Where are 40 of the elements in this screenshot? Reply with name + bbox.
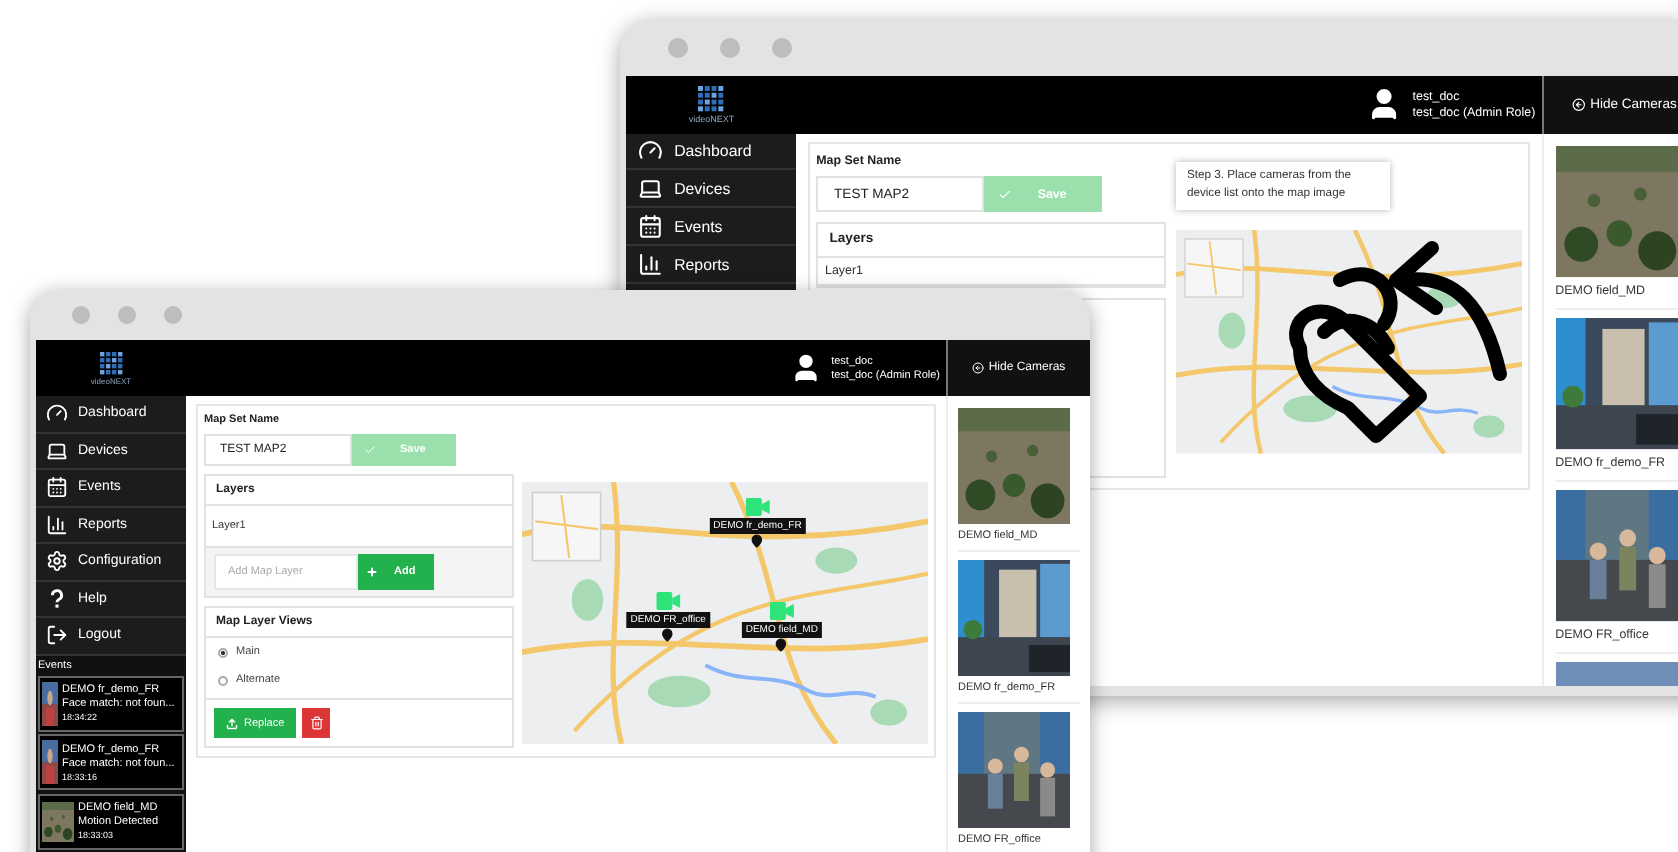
pin-icon [750,533,765,548]
radio-button[interactable] [218,647,228,657]
window-dot[interactable] [118,306,136,324]
user-icon [789,352,822,384]
logo-icon [697,86,726,114]
gauge-icon [46,402,68,425]
radio-button[interactable] [218,675,228,685]
window-dot[interactable] [719,38,740,59]
camera-marker-icon[interactable] [745,497,770,516]
nav-item[interactable]: Devices [626,170,797,209]
camera-marker-icon[interactable] [656,592,681,610]
window-dot[interactable] [72,306,90,324]
gauge-icon [638,138,663,164]
window-dot[interactable] [164,306,182,324]
camera-marker-icon[interactable] [769,602,794,621]
plus-icon [366,566,378,578]
nav-item[interactable]: Reports [626,246,797,285]
arrow-circle-icon [972,362,985,374]
nav-item[interactable]: Dashboard [626,133,797,171]
check-icon [997,187,1011,201]
delete-button[interactable] [302,708,331,738]
calendar-icon [638,214,663,240]
pin-icon [661,628,676,642]
bar-chart-icon [638,252,663,278]
logo-icon [99,351,123,375]
window-dot[interactable] [771,38,792,59]
trash-icon [309,716,324,730]
upload-icon [226,717,238,729]
check-icon [364,444,376,456]
question-mark-icon [46,587,68,610]
logout-icon [46,624,68,647]
settings-icon [46,550,68,573]
laptop-icon [46,439,68,462]
calendar-icon [46,476,68,499]
laptop-icon [638,176,663,202]
bar-chart-icon [46,513,68,536]
window-dot[interactable] [667,38,688,59]
nav-item[interactable]: Events [626,208,797,247]
arrow-circle-icon [1572,97,1586,112]
pin-icon [774,638,789,653]
